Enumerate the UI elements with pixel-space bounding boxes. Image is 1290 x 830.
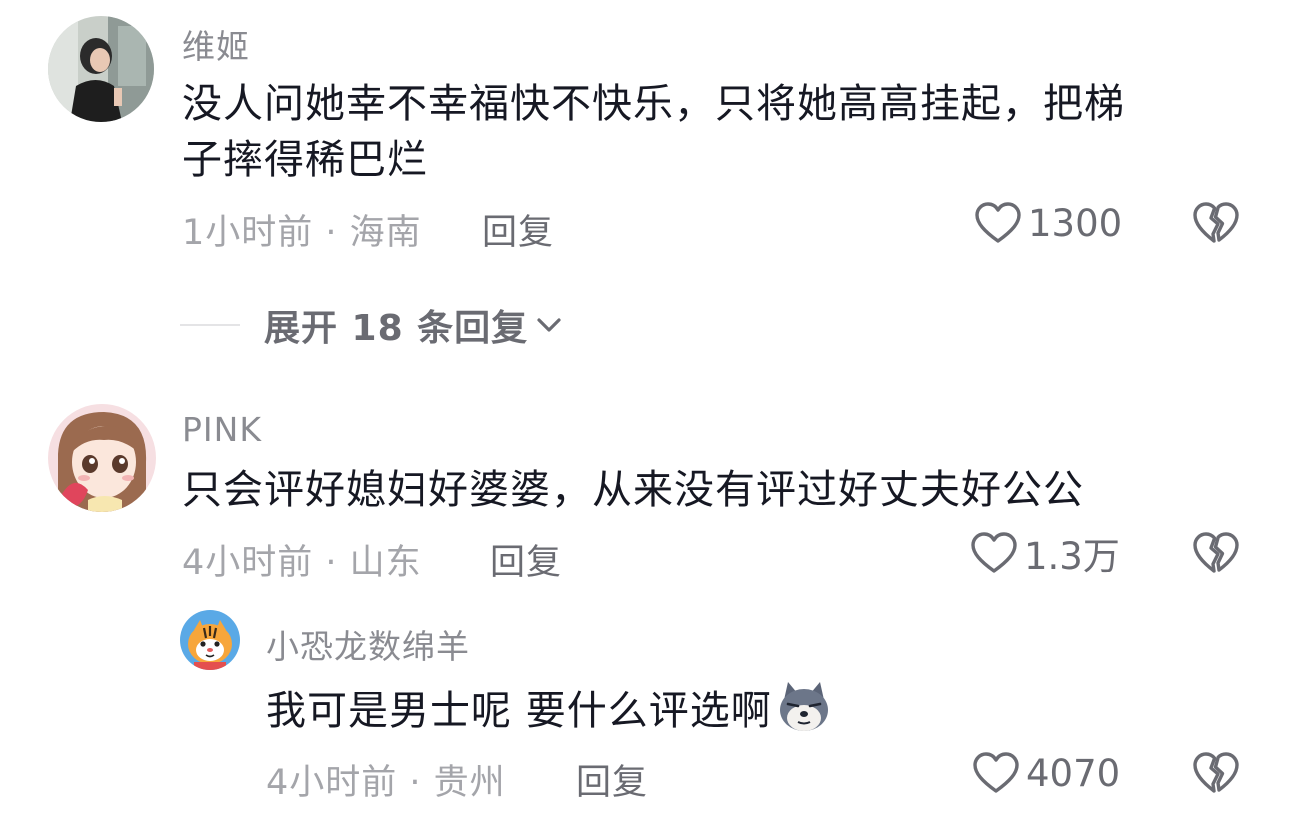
broken-heart-icon [1193, 752, 1239, 793]
username[interactable]: PINK [182, 410, 262, 449]
heart-outline-icon [973, 752, 1019, 793]
comment-meta: 4小时前 · 山东 [182, 543, 422, 583]
like-button[interactable]: 1.3万 [970, 531, 1120, 578]
cartoon-girl-avatar [48, 404, 156, 512]
reply-meta: 4小时前 · 贵州 [266, 763, 506, 803]
comment-item: PINK 只会评好媳妇好婆婆，从来没有评过好丈夫好公公 4小时前 · 山东 回复… [0, 390, 1290, 590]
expand-replies-button[interactable]: 展开 18 条回复 [264, 299, 564, 351]
comment-text-line: 只会评好媳妇好婆婆，从来没有评过好丈夫好公公 [182, 467, 1084, 513]
reply-item: 小恐龙数绵羊 我可是男士呢 要什么评选啊 4小时前 · 贵州 回复 4070 [0, 600, 1290, 830]
tiger-cartoon-avatar [180, 610, 240, 670]
broken-heart-icon [1193, 532, 1239, 573]
wolf-emoji [776, 678, 832, 734]
comment-text: 没人问她幸不幸福快不快乐，只将她高高挂起，把梯 子摔得稀巴烂 [182, 76, 1242, 188]
broken-heart-icon [1193, 202, 1239, 243]
divider-line [180, 324, 240, 326]
heart-outline-icon [971, 532, 1017, 573]
like-count: 1.3万 [1024, 535, 1120, 578]
heart-outline-icon [975, 202, 1021, 243]
like-count: 4070 [1026, 751, 1121, 795]
comment-text-line: 没人问她幸不幸福快不快乐，只将她高高挂起，把梯 [182, 81, 1125, 127]
like-button[interactable]: 1300 [974, 201, 1122, 245]
reply-button[interactable]: 回复 [490, 534, 562, 585]
comment-text-line: 子摔得稀巴烂 [182, 137, 428, 183]
username[interactable]: 维姬 [182, 20, 250, 68]
dislike-button[interactable] [1192, 530, 1240, 576]
avatar[interactable] [48, 404, 156, 512]
reply-button[interactable]: 回复 [576, 754, 648, 805]
expand-replies-row: 展开 18 条回复 [180, 300, 564, 350]
dislike-button[interactable] [1192, 750, 1240, 796]
username[interactable]: 小恐龙数绵羊 [266, 620, 470, 668]
comment-meta: 1小时前 · 海南 [182, 213, 422, 253]
user-photo [48, 16, 154, 122]
dislike-button[interactable] [1192, 200, 1240, 246]
comment-item: 维姬 没人问她幸不幸福快不快乐，只将她高高挂起，把梯 子摔得稀巴烂 1小时前 ·… [0, 0, 1290, 290]
comment-text: 只会评好媳妇好婆婆，从来没有评过好丈夫好公公 [182, 462, 1242, 518]
expand-replies-label: 展开 18 条回复 [264, 308, 529, 349]
avatar[interactable] [180, 610, 240, 670]
reply-text: 我可是男士呢 要什么评选啊 [266, 678, 1246, 739]
reply-button[interactable]: 回复 [482, 204, 554, 255]
reply-text-content: 我可是男士呢 要什么评选啊 [266, 688, 772, 734]
like-count: 1300 [1028, 201, 1123, 245]
like-button[interactable]: 4070 [972, 751, 1120, 795]
avatar[interactable] [48, 16, 154, 122]
chevron-down-icon [537, 318, 561, 332]
